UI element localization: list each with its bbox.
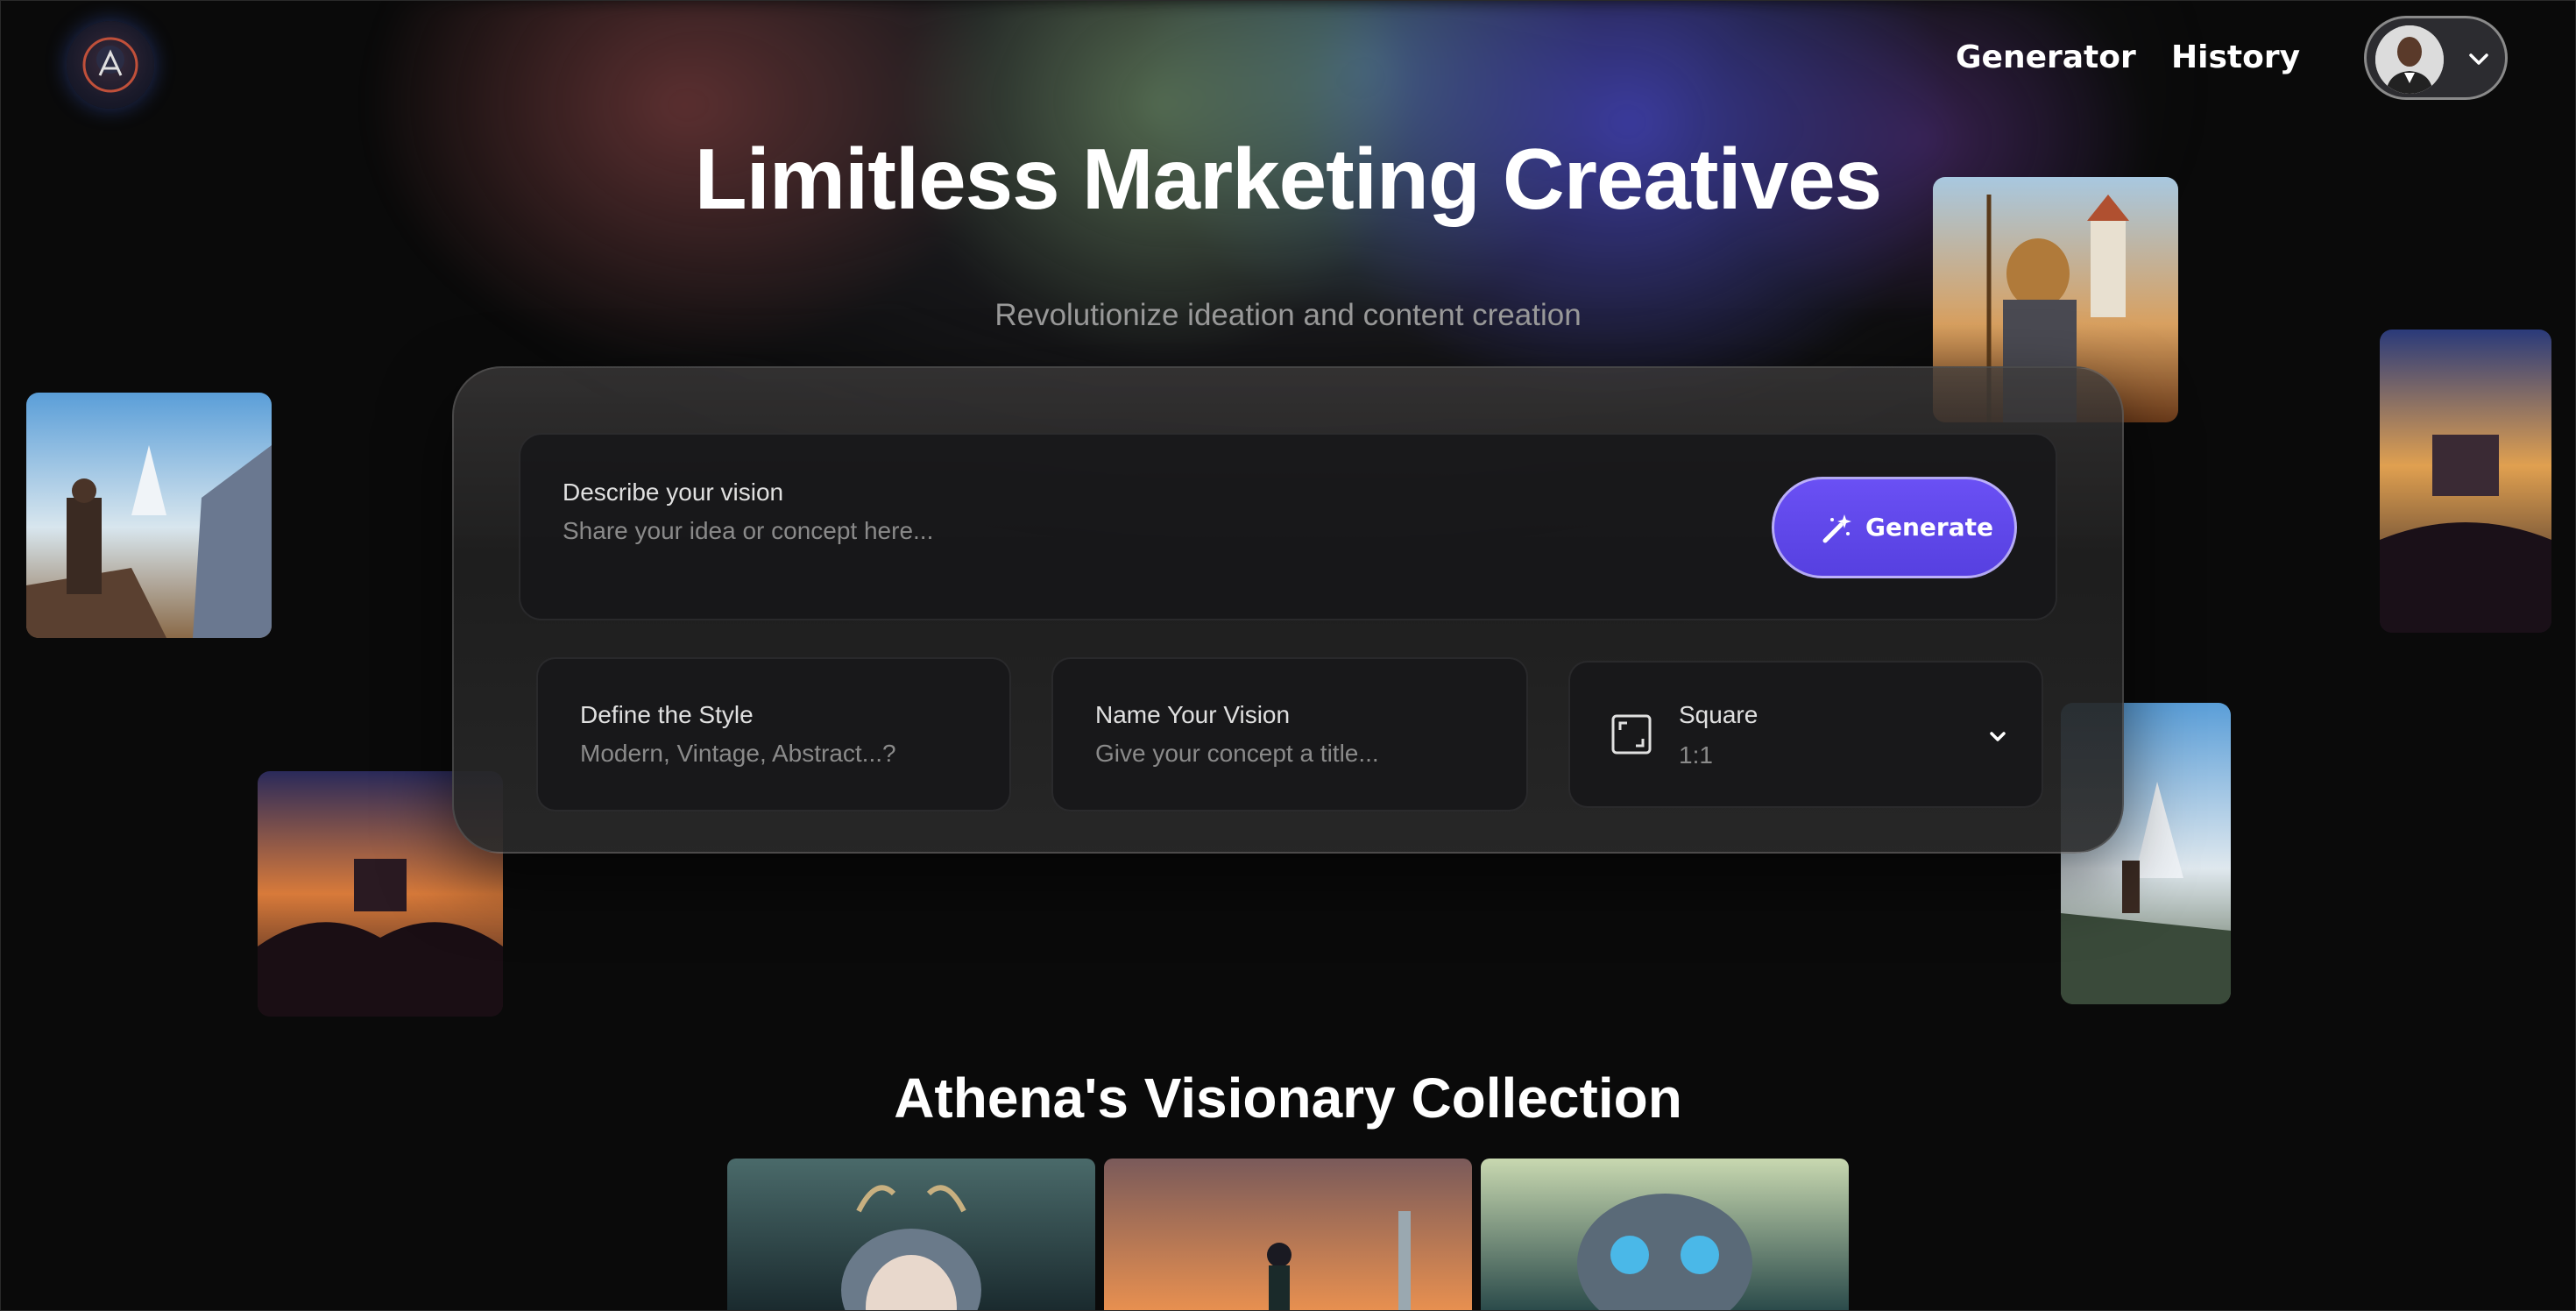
aspect-ratio-select[interactable]: Square 1:1 [1568, 661, 2043, 808]
app-logo[interactable] [67, 21, 154, 109]
collection-item[interactable] [727, 1159, 1095, 1311]
page-subtitle: Revolutionize ideation and content creat… [994, 298, 1582, 332]
nav-history[interactable]: History [2171, 35, 2300, 81]
aspect-ratio-value: 1:1 [1679, 741, 1713, 769]
aspect-ratio-label: Square [1679, 701, 1759, 728]
vision-input[interactable]: Share your idea or concept here... [563, 517, 933, 545]
collection-item[interactable] [1104, 1159, 1472, 1311]
vision-input-box[interactable]: Describe your vision Share your idea or … [519, 433, 2057, 620]
magic-wand-icon [1822, 514, 1851, 543]
chevron-down-icon [2469, 53, 2488, 65]
logo-emblem-icon [82, 37, 138, 93]
vision-label: Describe your vision [563, 478, 784, 506]
title-label: Name Your Vision [1095, 701, 1291, 728]
chevron-down-icon [1990, 732, 2006, 741]
aspect-ratio-icon [1611, 714, 1652, 755]
page: Generator History Limitless Marketing Cr… [0, 0, 2576, 1311]
style-label: Define the Style [580, 701, 754, 728]
title-input-box[interactable]: Name Your Vision Give your concept a tit… [1051, 657, 1528, 811]
gallery-image-castle-festival [2380, 330, 2551, 633]
page-title: Limitless Marketing Creatives [694, 131, 1882, 227]
avatar [2375, 25, 2444, 94]
style-input-box[interactable]: Define the Style Modern, Vintage, Abstra… [536, 657, 1011, 811]
profile-menu-button[interactable] [2364, 16, 2508, 100]
gallery-image-warrior-castle [26, 393, 272, 638]
collection-title: Athena's Visionary Collection [894, 1067, 1682, 1130]
generate-button-label: Generate [1865, 513, 1993, 542]
style-input[interactable]: Modern, Vintage, Abstract...? [580, 740, 896, 768]
generator-panel: Describe your vision Share your idea or … [452, 366, 2124, 854]
collection-item[interactable] [1481, 1159, 1849, 1311]
title-input[interactable]: Give your concept a title... [1095, 740, 1379, 768]
generate-button[interactable]: Generate [1772, 477, 2017, 578]
nav-generator[interactable]: Generator [1956, 35, 2136, 81]
